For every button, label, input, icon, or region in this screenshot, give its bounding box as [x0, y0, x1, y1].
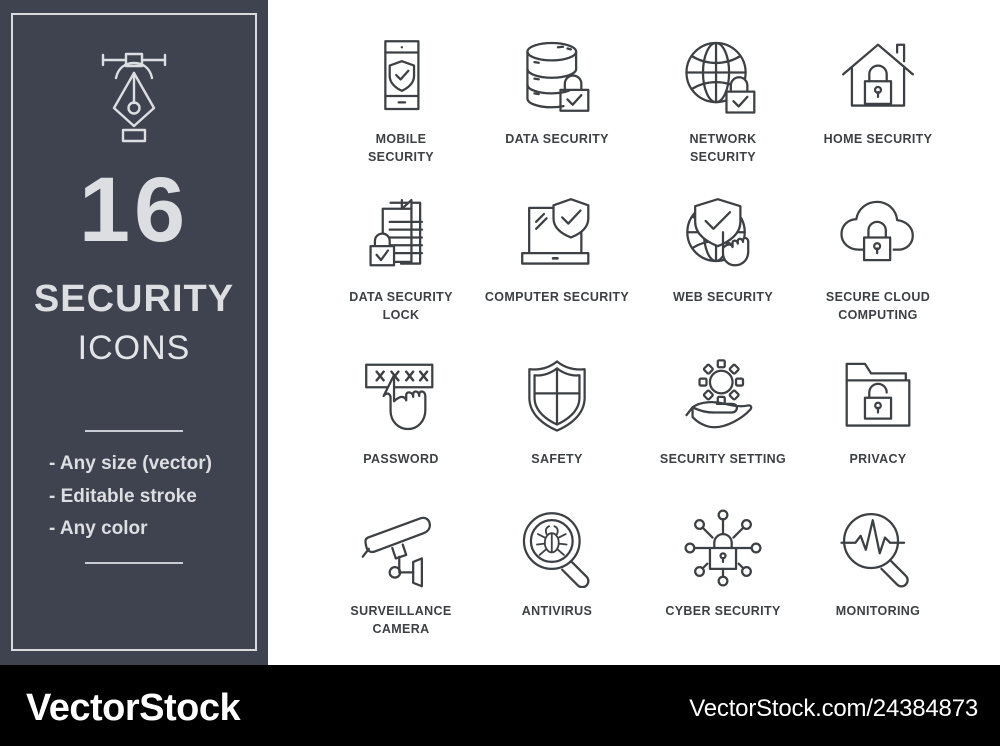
- icon-cell-cyber-security: CYBER SECURITY: [635, 500, 811, 621]
- divider-top: [85, 430, 183, 432]
- icon-cell-password: PASSWORD: [313, 348, 489, 469]
- monitoring-icon: [836, 500, 920, 596]
- illustration-canvas: 16 SECURITY ICONS - Any size (vector) - …: [0, 0, 1000, 746]
- icon-label: MONITORING: [835, 604, 921, 618]
- privacy-folder-icon: [837, 348, 919, 444]
- icon-showcase-area: MOBILE SECURITY DATA SECURITY NETWORK SE…: [268, 0, 1000, 665]
- icon-label: PASSWORD: [363, 452, 439, 466]
- icon-cell-web-security: WEB SECURITY: [635, 186, 811, 307]
- sidebar-content: 16 SECURITY ICONS - Any size (vector) - …: [11, 13, 257, 651]
- icon-cell-data-security: DATA SECURITY: [469, 28, 645, 149]
- icon-label: SECURITY SETTING: [659, 452, 787, 466]
- icon-cell-data-security-lock: DATA SECURITY LOCK: [313, 186, 489, 325]
- watermark-url: VectorStock.com/24384873: [689, 695, 978, 722]
- icon-cell-secure-cloud-computing: SECURE CLOUD COMPUTING: [790, 186, 966, 325]
- surveillance-camera-icon: [358, 500, 444, 596]
- icon-label: SURVEILLANCE CAMERA: [350, 604, 452, 636]
- icon-cell-surveillance-camera: SURVEILLANCE CAMERA: [313, 500, 489, 639]
- icon-cell-home-security: HOME SECURITY: [790, 28, 966, 149]
- icon-label: WEB SECURITY: [672, 290, 774, 304]
- icon-label: PRIVACY: [849, 452, 907, 466]
- icon-label: COMPUTER SECURITY: [484, 290, 630, 304]
- icon-label: NETWORK SECURITY: [689, 132, 757, 164]
- password-icon: [359, 348, 443, 444]
- watermark-bar: VectorStock VectorStock.com/24384873: [0, 665, 1000, 746]
- icon-label: DATA SECURITY LOCK: [349, 290, 453, 322]
- icon-cell-computer-security: COMPUTER SECURITY: [469, 186, 645, 307]
- data-security-icon: [515, 28, 599, 124]
- antivirus-icon: [517, 500, 597, 596]
- icon-label: MOBILE SECURITY: [367, 132, 434, 164]
- feature-list: - Any size (vector) - Editable stroke - …: [11, 448, 257, 546]
- cyber-security-icon: [683, 500, 763, 596]
- web-security-icon: [681, 186, 765, 282]
- security-setting-icon: [680, 348, 766, 444]
- icon-label: ANTIVIRUS: [521, 604, 593, 618]
- icon-cell-safety: SAFETY: [469, 348, 645, 469]
- divider-bottom: [85, 562, 183, 565]
- mobile-security-icon: [366, 28, 436, 124]
- icon-cell-antivirus: ANTIVIRUS: [469, 500, 645, 621]
- icon-cell-privacy: PRIVACY: [790, 348, 966, 469]
- feature-item: - Any size (vector): [49, 453, 212, 474]
- safety-shield-icon: [519, 348, 595, 444]
- home-security-icon: [837, 28, 919, 124]
- icon-grid: MOBILE SECURITY DATA SECURITY NETWORK SE…: [268, 0, 1000, 665]
- computer-security-icon: [514, 186, 600, 282]
- sidebar-panel: 16 SECURITY ICONS - Any size (vector) - …: [0, 0, 268, 665]
- network-security-icon: [681, 28, 765, 124]
- icon-cell-monitoring: MONITORING: [790, 500, 966, 621]
- icon-label: DATA SECURITY: [505, 132, 609, 146]
- watermark-brand: VectorStock: [26, 687, 241, 729]
- feature-item: - Any color: [49, 518, 148, 540]
- icon-count: 16: [78, 159, 190, 261]
- icon-label: CYBER SECURITY: [665, 604, 781, 618]
- icon-cell-security-setting: SECURITY SETTING: [635, 348, 811, 469]
- icon-label: HOME SECURITY: [823, 132, 933, 146]
- icon-label: SECURE CLOUD COMPUTING: [825, 290, 931, 322]
- icon-cell-mobile-security: MOBILE SECURITY: [313, 28, 489, 167]
- feature-item: - Editable stroke: [49, 485, 197, 507]
- icon-label: SAFETY: [531, 452, 583, 466]
- pen-tool-icon: [96, 42, 172, 146]
- icon-cell-network-security: NETWORK SECURITY: [635, 28, 811, 167]
- page-subtitle: ICONS: [77, 329, 191, 367]
- data-security-lock-icon: [361, 186, 441, 282]
- secure-cloud-computing-icon: [835, 186, 921, 282]
- page-title: SECURITY: [33, 278, 235, 320]
